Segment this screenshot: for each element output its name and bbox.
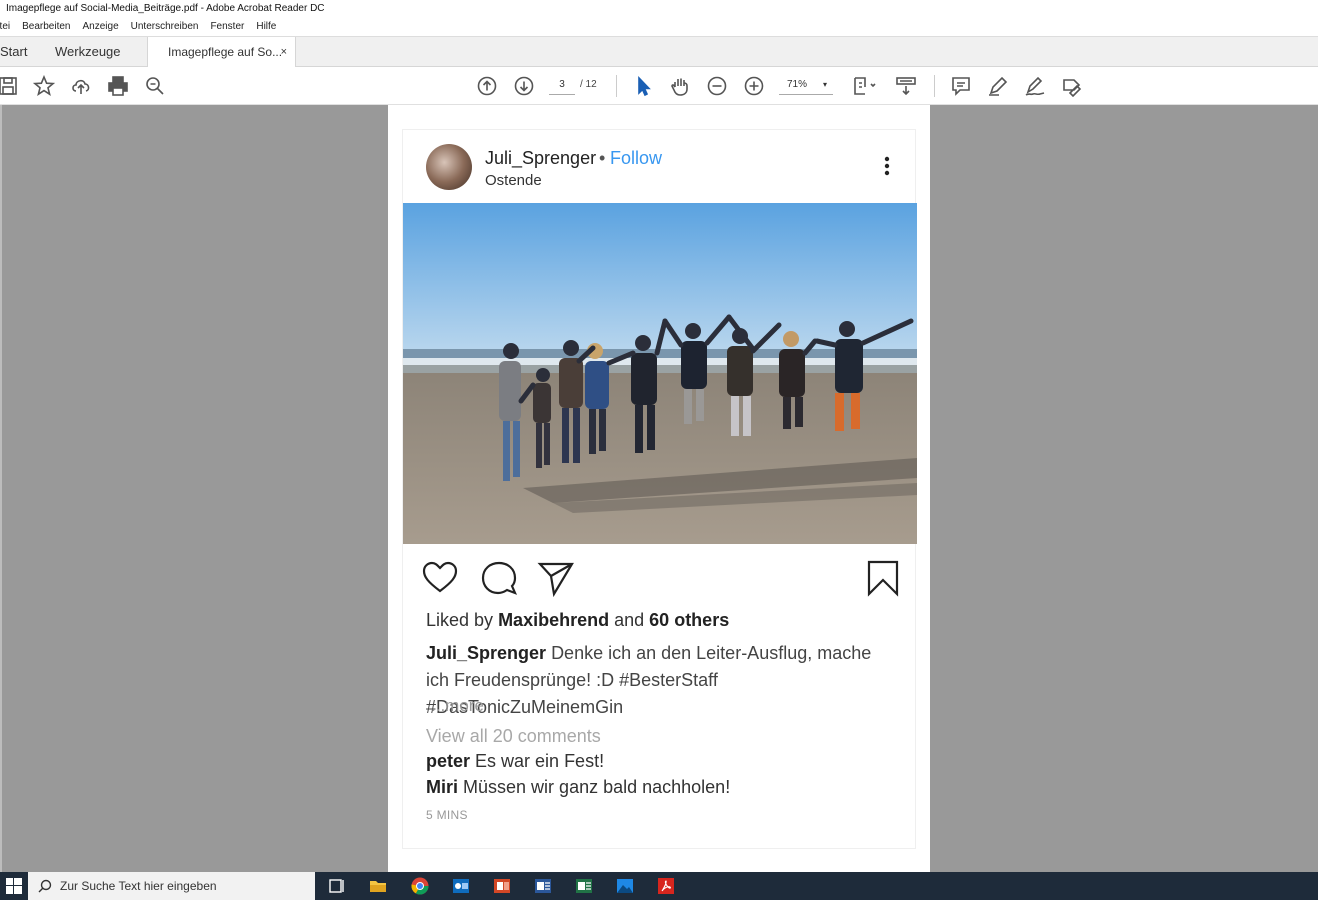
view-all-comments-link[interactable]: View all 20 comments [426, 726, 601, 747]
post-timestamp: 5 MINS [426, 808, 468, 822]
zoom-level-select[interactable]: 71% ▾ [779, 75, 833, 95]
likes-user[interactable]: Maxibehrend [498, 610, 609, 630]
comment-user[interactable]: Miri [426, 777, 458, 797]
bookmark-star-icon[interactable] [32, 74, 56, 98]
menu-sign[interactable]: Unterschreiben [131, 18, 199, 36]
post-username[interactable]: Juli_Sprenger [485, 148, 596, 169]
page-total: / 12 [580, 79, 597, 90]
likes-mid: and [614, 610, 645, 630]
save-icon[interactable] [0, 74, 20, 98]
taskbar: Zur Suche Text hier eingeben [0, 872, 1318, 900]
more-link[interactable]: ...more [431, 696, 484, 716]
previous-page-icon[interactable] [475, 74, 499, 98]
save-bookmark-icon[interactable] [863, 558, 903, 598]
taskbar-search-input[interactable]: Zur Suche Text hier eingeben [28, 872, 315, 900]
like-heart-icon[interactable] [420, 558, 460, 598]
search-placeholder: Zur Suche Text hier eingeben [60, 879, 217, 893]
excel-icon[interactable] [574, 876, 594, 896]
tab-tools[interactable]: Werkzeuge [55, 37, 121, 67]
menu-bar: atei Bearbeiten Anzeige Unterschreiben F… [0, 18, 1318, 36]
likes-count[interactable]: 60 others [649, 610, 729, 630]
likes-prefix: Liked by [426, 610, 494, 630]
tab-start[interactable]: Start [0, 37, 27, 67]
chevron-down-icon: ▾ [822, 80, 827, 89]
more-options-icon[interactable] [877, 154, 897, 178]
menu-help[interactable]: Hilfe [256, 18, 276, 36]
outlook-icon[interactable] [451, 876, 471, 896]
comment-bubble-icon[interactable] [479, 558, 519, 598]
word-icon[interactable] [533, 876, 553, 896]
tab-document[interactable]: Imagepflege auf So... × [147, 37, 296, 68]
caption-username[interactable]: Juli_Sprenger [426, 643, 546, 663]
comment-text: Müssen wir ganz bald nachholen! [463, 777, 731, 797]
page-fit-icon[interactable] [850, 74, 880, 98]
post-photo [403, 203, 917, 544]
tab-bar: Start Werkzeuge Imagepflege auf So... × [0, 36, 1318, 68]
avatar[interactable] [426, 144, 472, 190]
highlight-pen-icon[interactable] [986, 74, 1010, 98]
post-location[interactable]: Ostende [485, 172, 542, 189]
menu-view[interactable]: Anzeige [83, 18, 119, 36]
menu-window[interactable]: Fenster [210, 18, 244, 36]
fill-sign-icon[interactable] [1060, 74, 1084, 98]
comment-icon[interactable] [949, 74, 973, 98]
next-page-icon[interactable] [512, 74, 536, 98]
toolbar-divider [616, 75, 617, 97]
zoom-out-icon[interactable] [705, 74, 729, 98]
zoom-level-value: 71% [787, 79, 808, 90]
instagram-post: Juli_Sprenger • Follow Ostende Liked by … [402, 129, 917, 849]
scroll-mode-icon[interactable] [894, 74, 918, 98]
window-title: Imagepflege auf Social-Media_Beiträge.pd… [0, 0, 1318, 18]
hand-tool-icon[interactable] [668, 74, 692, 98]
share-send-icon[interactable] [536, 558, 576, 598]
close-tab-icon[interactable]: × [281, 37, 287, 67]
windows-start-icon[interactable] [0, 872, 28, 900]
follow-link[interactable]: Follow [610, 148, 662, 169]
photos-icon[interactable] [615, 876, 635, 896]
select-cursor-icon[interactable] [631, 74, 655, 98]
comment-item: peter Es war ein Fest! [426, 751, 604, 772]
acrobat-reader-icon[interactable] [656, 876, 676, 896]
comment-item: Miri Müssen wir ganz bald nachholen! [426, 777, 730, 798]
sign-icon[interactable] [1023, 74, 1047, 98]
search-zoom-icon[interactable] [143, 74, 167, 98]
pdf-page: Juli_Sprenger • Follow Ostende Liked by … [388, 105, 930, 872]
page-number-input[interactable]: 3 [549, 75, 575, 95]
task-view-icon[interactable] [327, 876, 347, 896]
print-icon[interactable] [106, 74, 130, 98]
separator-dot: • [599, 148, 606, 168]
toolbar: 3 / 12 71% ▾ [0, 67, 1318, 105]
powerpoint-icon[interactable] [492, 876, 512, 896]
chrome-icon[interactable] [410, 876, 430, 896]
toolbar-divider [934, 75, 935, 97]
viewer-border [0, 105, 2, 872]
post-caption: Juli_Sprenger Denke ich an den Leiter-Au… [426, 640, 896, 721]
menu-edit[interactable]: Bearbeiten [22, 18, 70, 36]
tab-document-label: Imagepflege auf So... [168, 45, 283, 59]
zoom-in-icon[interactable] [742, 74, 766, 98]
document-viewer[interactable]: Juli_Sprenger • Follow Ostende Liked by … [0, 105, 1318, 872]
search-icon [38, 879, 52, 893]
upload-cloud-icon[interactable] [69, 74, 93, 98]
comment-user[interactable]: peter [426, 751, 470, 771]
likes-summary: Liked by Maxibehrend and 60 others [426, 610, 729, 631]
comment-text: Es war ein Fest! [475, 751, 605, 771]
file-explorer-icon[interactable] [368, 876, 388, 896]
menu-file[interactable]: atei [0, 18, 10, 36]
